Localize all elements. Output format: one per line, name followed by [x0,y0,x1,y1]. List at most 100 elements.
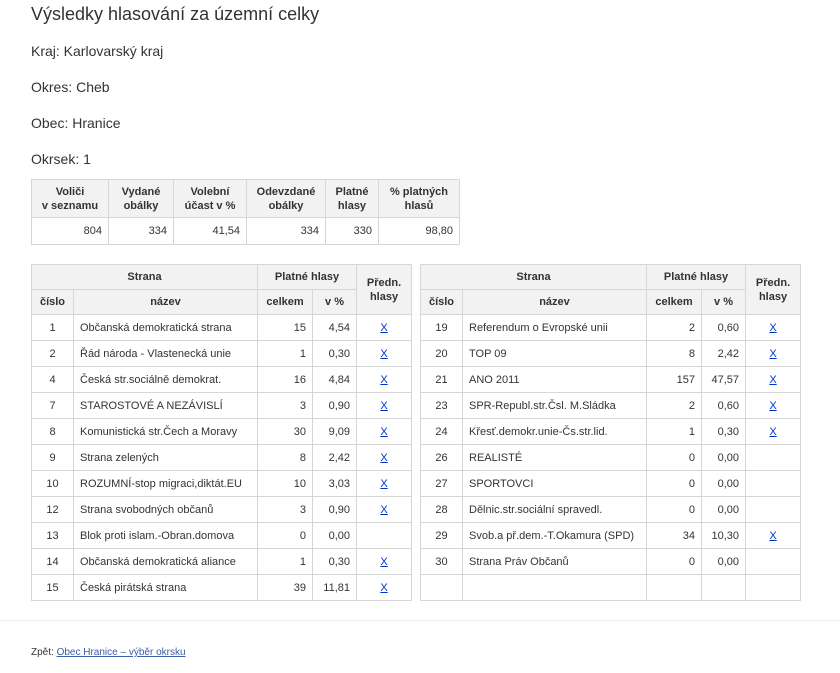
party-number: 20 [420,340,463,367]
nazev-header: název [462,289,647,315]
party-percent: 0,30 [700,418,747,445]
party-votes: 16 [257,366,313,393]
parties-left-body: 1 Občanská demokratická strana 15 4,54 X 2 Řád… [31,314,413,601]
preference-votes-link[interactable]: X [380,582,387,594]
preference-votes-link[interactable]: X [769,530,776,542]
preference-votes-cell [745,496,802,523]
party-number: 15 [31,574,74,601]
party-votes: 3 [257,392,313,419]
predn-hlasy-header-text: Předn. hlasy [755,276,791,303]
preference-votes-link[interactable]: X [380,322,387,334]
cislo-header: číslo [420,289,463,315]
celkem-header: celkem [257,289,313,315]
preference-votes-cell: X [745,366,802,393]
nazev-header: název [73,289,258,315]
preference-votes-link[interactable]: X [380,400,387,412]
preference-votes-cell: X [356,366,413,393]
party-votes: 3 [257,496,313,523]
preference-votes-link[interactable]: X [769,400,776,412]
party-row: 7 STAROSTOVÉ A NEZÁVISLÍ 3 0,90 X [31,392,413,419]
voters-count: 804 [31,217,109,245]
parties-header-row: Strana Platné hlasy Předn. hlasy [420,264,802,315]
summary-header-text: % platných hlasů [389,185,449,212]
party-percent: 0,90 [311,496,358,523]
party-votes: 2 [646,392,702,419]
predn-hlasy-header: Předn. hlasy [356,264,413,315]
preference-votes-cell: X [356,418,413,445]
party-row: 12 Strana svobodných občanů 3 0,90 X [31,496,413,523]
parties-table-left: Strana Platné hlasy Předn. hlasy číslo n… [31,264,413,601]
party-name: Dělnic.str.sociální spravedl. [462,496,647,523]
procent-header: v % [311,289,358,315]
summary-table: Voliči v seznamu Vydané obálky Volební ú… [31,179,460,245]
party-name: REALISTÉ [462,444,647,471]
preference-votes-link[interactable]: X [769,426,776,438]
preference-votes-link[interactable]: X [769,322,776,334]
parties-header-row: Strana Platné hlasy Předn. hlasy [31,264,413,315]
preference-votes-link[interactable]: X [380,348,387,360]
preference-votes-cell: X [356,574,413,601]
party-percent: 2,42 [700,340,747,367]
predn-hlasy-header-text: Předn. hlasy [366,276,402,303]
page: Výsledky hlasování za územní celky Kraj:… [0,0,840,673]
preference-votes-link[interactable]: X [380,556,387,568]
party-name: Občanská demokratická strana [73,314,258,341]
preference-votes-link[interactable]: X [380,374,387,386]
party-percent: 9,09 [311,418,358,445]
party-number: 10 [31,470,74,497]
party-name: Česká pirátská strana [73,574,258,601]
party-number: 1 [31,314,74,341]
party-row: 23 SPR-Republ.str.Čsl. M.Sládka 2 0,60 X [420,392,802,419]
party-number: 2 [31,340,74,367]
back-link[interactable]: Obec Hranice – výběr okrsku [57,647,186,658]
preference-votes-link[interactable]: X [380,426,387,438]
party-name: Strana Práv Občanů [462,548,647,575]
preference-votes-link[interactable]: X [380,504,387,516]
party-number: 27 [420,470,463,497]
party-row: 29 Svob.a př.dem.-T.Okamura (SPD) 34 10,30 X [420,522,802,549]
party-number: 9 [31,444,74,471]
parties-subheader-row: číslo název celkem v % [420,289,801,315]
preference-votes-link[interactable]: X [769,374,776,386]
page-title: Výsledky hlasování za územní celky [31,4,320,24]
party-name: Občanská demokratická aliance [73,548,258,575]
party-name: SPORTOVCI [462,470,647,497]
okrsek-label: Okrsek: 1 [31,151,91,167]
party-number: 21 [420,366,463,393]
preference-votes-cell: X [356,392,413,419]
party-row: 21 ANO 2011 157 47,57 X [420,366,802,393]
party-votes: 2 [646,314,702,341]
party-votes: 0 [646,548,702,575]
party-name [462,574,647,601]
party-percent: 0,60 [700,314,747,341]
party-row [420,574,802,601]
strana-header: Strana [31,264,258,290]
parties-subheader-row: číslo název celkem v % [31,289,412,315]
summary-header-text: Voliči v seznamu [41,185,99,212]
party-name: TOP 09 [462,340,647,367]
summary-header-text: Volební účast v % [184,185,236,212]
summary-header: Voliči v seznamu [31,179,109,218]
party-name: Strana svobodných občanů [73,496,258,523]
preference-votes-link[interactable]: X [769,348,776,360]
preference-votes-cell: X [745,522,802,549]
valid-votes: 330 [325,217,379,245]
party-number: 24 [420,418,463,445]
okres-label: Okres: Cheb [31,79,110,95]
preference-votes-cell: X [356,314,413,341]
party-name: SPR-Republ.str.Čsl. M.Sládka [462,392,647,419]
parties-right-body: 19 Referendum o Evropské unii 2 0,60 X 20 TOP … [420,314,802,601]
party-votes: 30 [257,418,313,445]
preference-votes-link[interactable]: X [380,452,387,464]
party-votes: 1 [646,418,702,445]
preference-votes-link[interactable]: X [380,478,387,490]
party-name: Svob.a př.dem.-T.Okamura (SPD) [462,522,647,549]
party-row: 8 Komunistická str.Čech a Moravy 30 9,09 X [31,418,413,445]
party-name: Referendum o Evropské unii [462,314,647,341]
summary-header: Volební účast v % [173,179,247,218]
party-name: Strana zelených [73,444,258,471]
preference-votes-cell: X [356,548,413,575]
party-percent: 0,60 [700,392,747,419]
party-percent: 47,57 [700,366,747,393]
party-name: ROZUMNÍ-stop migraci,diktát.EU [73,470,258,497]
